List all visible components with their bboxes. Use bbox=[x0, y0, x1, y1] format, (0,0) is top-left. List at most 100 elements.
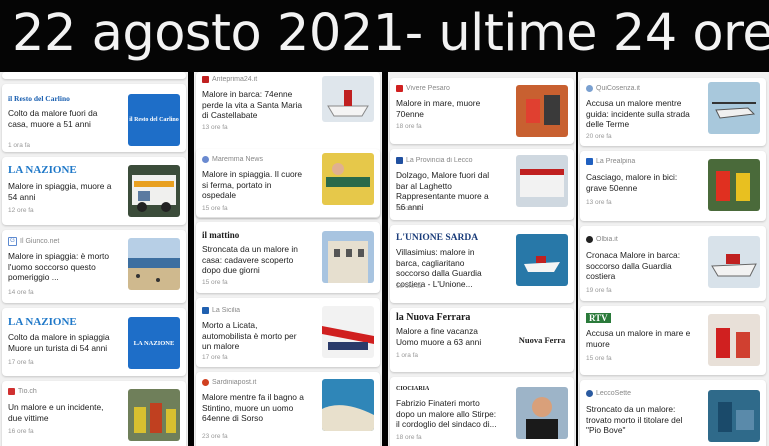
source-label: la Nuova Ferrara bbox=[396, 312, 500, 323]
news-card[interactable]: CIOCIARIA Fabrizio Finateri morto dopo u… bbox=[390, 377, 574, 446]
thumbnail-logo[interactable]: Nuova Ferra bbox=[516, 314, 568, 366]
thumbnail-beach[interactable] bbox=[128, 238, 180, 290]
source-logo: la Nuova Ferrara bbox=[396, 312, 471, 323]
headline[interactable]: Morto a Licata, automobilista è morto pe… bbox=[202, 320, 306, 352]
headline[interactable]: Un malore e un incidente, due vittime bbox=[8, 402, 112, 423]
olbia-icon bbox=[586, 236, 593, 243]
thumbnail-ambulance[interactable] bbox=[322, 306, 374, 358]
thumbnail-portrait[interactable] bbox=[516, 387, 568, 439]
headline[interactable]: Malore a fine vacanza Uomo muore a 63 an… bbox=[396, 326, 500, 347]
source-label: L'UNIONE SARDA bbox=[396, 233, 500, 243]
thumbnail-building[interactable] bbox=[322, 231, 374, 283]
news-card[interactable]: il Resto del Carlino Colto da malore fuo… bbox=[2, 84, 186, 152]
news-card[interactable]: RTV Accusa un malore in mare e muore 15 … bbox=[580, 306, 766, 375]
headline[interactable]: Malore in spiaggia. Il cuore si ferma, p… bbox=[202, 169, 306, 201]
news-card[interactable]: La Prealpina Casciago, malore in bici: g… bbox=[580, 151, 766, 221]
headline[interactable]: Malore in barca: 74enne perde la vita a … bbox=[202, 89, 306, 121]
page-title: 22 agosto 2021- ultime 24 ore bbox=[12, 4, 769, 63]
leccosette-icon bbox=[586, 390, 593, 397]
news-card[interactable]: Sardiniapost.it Malore mentre fa il bagn… bbox=[196, 372, 380, 446]
news-column-4: QuiCosenza.it Accusa un malore mentre gu… bbox=[578, 72, 769, 446]
source-logo: L'UNIONE SARDA bbox=[396, 233, 479, 243]
building-image bbox=[322, 231, 374, 283]
source-label: il mattino bbox=[202, 230, 306, 240]
timestamp: 18 ore fa bbox=[396, 434, 422, 441]
news-card[interactable]: Vivere Pesaro Malore in mare, muore 70en… bbox=[390, 78, 574, 144]
headline[interactable]: Fabrizio Finateri morto dopo un malore a… bbox=[396, 398, 500, 430]
source-name: QuiCosenza.it bbox=[596, 85, 640, 92]
headline[interactable]: Accusa un malore in mare e muore bbox=[586, 328, 692, 349]
headline[interactable]: Malore mentre fa il bagno a Stintino, mu… bbox=[202, 392, 306, 424]
maremma-icon bbox=[202, 156, 209, 163]
giunco-icon: G bbox=[8, 237, 17, 246]
news-card[interactable]: La Sicilia Morto a Licata, automobilista… bbox=[196, 298, 380, 367]
thumbnail-logo[interactable]: il Resto del Carlino bbox=[128, 94, 180, 146]
headline[interactable]: Casciago, malore in bici: grave 50enne bbox=[586, 172, 692, 193]
rescue-image bbox=[708, 159, 760, 211]
timestamp: 15 ore fa bbox=[202, 205, 228, 212]
helicopter-image bbox=[708, 82, 760, 134]
thumbnail-stretcher[interactable] bbox=[322, 153, 374, 205]
news-card[interactable]: L'UNIONE SARDA Villasimius: malore in ba… bbox=[390, 225, 574, 303]
timestamp: 1 ora fa bbox=[8, 142, 31, 149]
coastguard-image bbox=[708, 236, 760, 288]
rescue-image bbox=[516, 85, 568, 137]
thumbnail-helicopter[interactable] bbox=[708, 82, 760, 134]
news-card[interactable]: La Provincia di Lecco Dolzago, Malore fu… bbox=[390, 149, 574, 220]
news-card[interactable]: Maremma News Malore in spiaggia. Il cuor… bbox=[196, 149, 380, 217]
headline[interactable]: Accusa un malore mentre guida: incidente… bbox=[586, 98, 692, 130]
news-column-3: Vivere Pesaro Malore in mare, muore 70en… bbox=[388, 72, 576, 446]
thumbnail-rescue[interactable] bbox=[708, 314, 760, 366]
source-name: Il Giunco.net bbox=[20, 238, 60, 245]
thumbnail-logo-text: Nuova Ferra bbox=[518, 335, 566, 345]
thumbnail-logo[interactable]: LA NAZIONE bbox=[128, 317, 180, 369]
thumbnail-ambulance[interactable] bbox=[128, 165, 180, 217]
timestamp: 19 ore fa bbox=[586, 287, 612, 294]
headline[interactable]: Stroncato da un malore: trovato morto il… bbox=[586, 404, 692, 436]
timestamp: 23 ore fa bbox=[202, 433, 228, 440]
thumbnail-logo-text: il Resto del Carlino bbox=[129, 117, 179, 123]
source-name: Olbia.it bbox=[596, 236, 618, 243]
thumbnail-rescue[interactable] bbox=[128, 389, 180, 441]
thumbnail-water[interactable] bbox=[708, 390, 760, 442]
news-column-2: Anteprima24.it Malore in barca: 74enne p… bbox=[194, 72, 382, 446]
source-logo: LA NAZIONE bbox=[8, 316, 77, 328]
news-card[interactable]: il mattino Stroncata da un malore in cas… bbox=[196, 222, 380, 293]
headline[interactable]: Colto da malore fuori da casa, muore a 5… bbox=[8, 108, 112, 129]
news-card[interactable]: LA NAZIONE Malore in spiaggia, muore a 5… bbox=[2, 157, 186, 225]
source-label: LA NAZIONE bbox=[8, 164, 112, 176]
source-name: La Prealpina bbox=[596, 158, 636, 165]
bar-image bbox=[516, 155, 568, 207]
beach-image bbox=[128, 238, 180, 290]
news-card[interactable]: la Nuova Ferrara Malore a fine vacanza U… bbox=[390, 308, 574, 372]
thumbnail-rescue[interactable] bbox=[516, 85, 568, 137]
header-banner: 22 agosto 2021- ultime 24 ore bbox=[0, 0, 769, 72]
source-label: LA NAZIONE bbox=[8, 316, 112, 328]
headline[interactable]: Malore in mare, muore 70enne bbox=[396, 98, 500, 119]
headline[interactable]: Cronaca Malore in barca: soccorso dalla … bbox=[586, 250, 692, 282]
headline[interactable]: Stroncata da un malore in casa: cadavere… bbox=[202, 244, 306, 276]
headline[interactable]: Malore in spiaggia, muore a 54 anni bbox=[8, 181, 112, 202]
source-label: il Resto del Carlino bbox=[8, 94, 112, 103]
news-card[interactable]: Olbia.it Cronaca Malore in barca: soccor… bbox=[580, 226, 766, 301]
news-card[interactable]: LA NAZIONE Colto da malore in spiaggia M… bbox=[2, 308, 186, 376]
boat-image bbox=[322, 76, 374, 122]
headline[interactable]: Malore in spiaggia: è morto l'uomo socco… bbox=[8, 251, 112, 283]
thumbnail-coast[interactable] bbox=[322, 379, 374, 431]
thumbnail-coastguard[interactable] bbox=[708, 236, 760, 288]
news-card[interactable]: LeccoSette Stroncato da un malore: trova… bbox=[580, 380, 766, 446]
thumbnail-rescue[interactable] bbox=[708, 159, 760, 211]
news-card[interactable]: Tio.ch Un malore e un incidente, due vit… bbox=[2, 381, 186, 446]
thumbnail-boat[interactable] bbox=[322, 76, 374, 122]
thumbnail-bar[interactable] bbox=[516, 155, 568, 207]
source-name: La Provincia di Lecco bbox=[406, 157, 473, 164]
source-name: LeccoSette bbox=[596, 390, 632, 397]
news-card[interactable]: G Il Giunco.net Malore in spiaggia: è mo… bbox=[2, 230, 186, 303]
news-card-partial[interactable] bbox=[2, 72, 186, 79]
news-card[interactable]: QuiCosenza.it Accusa un malore mentre gu… bbox=[580, 78, 766, 146]
sardiniapost-icon bbox=[202, 379, 209, 386]
headline[interactable]: Colto da malore in spiaggia Muore un tur… bbox=[8, 332, 112, 353]
thumbnail-boat[interactable] bbox=[516, 234, 568, 286]
source-label: La Prealpina bbox=[586, 158, 692, 165]
source-name: Maremma News bbox=[212, 156, 263, 163]
